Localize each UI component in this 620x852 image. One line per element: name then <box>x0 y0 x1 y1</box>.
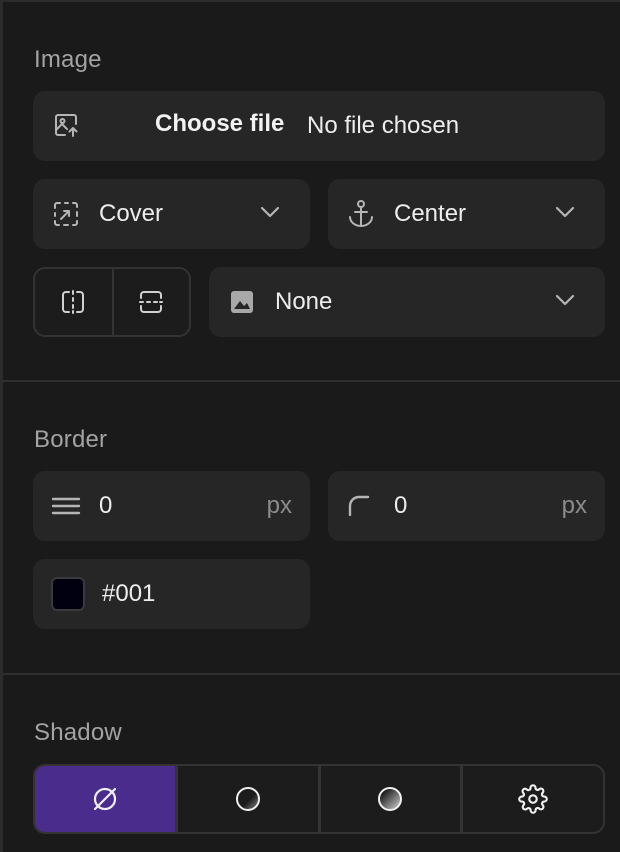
image-upload-icon <box>52 111 80 139</box>
object-fit-select[interactable]: Cover <box>33 179 310 249</box>
chevron-down-icon <box>260 205 280 223</box>
image-filter-value: None <box>275 288 333 315</box>
large-shadow-icon <box>375 784 405 814</box>
border-width-input[interactable]: 0 px <box>33 471 310 541</box>
no-shadow-icon <box>90 784 120 814</box>
file-input[interactable]: Choose file No file chosen <box>33 91 605 161</box>
section-divider <box>3 380 620 382</box>
border-width-unit: px <box>266 492 292 519</box>
border-section-title: Border <box>34 426 108 453</box>
anchor-icon <box>346 198 376 230</box>
shadow-section-title: Shadow <box>34 719 122 746</box>
flip-vertical-button[interactable] <box>111 269 189 335</box>
no-shadow-button[interactable] <box>35 766 175 832</box>
properties-panel: Image Choose file No file chosen Cover C… <box>0 0 620 852</box>
border-color-value[interactable]: #001 <box>102 580 155 608</box>
image-filter-icon <box>229 289 255 315</box>
settings-gear-icon <box>518 784 548 814</box>
flip-horizontal-icon <box>59 288 87 316</box>
border-color-input[interactable]: #001 <box>33 559 310 629</box>
large-shadow-button[interactable] <box>317 766 461 832</box>
custom-shadow-button[interactable] <box>460 766 603 832</box>
shadow-option-group <box>33 764 605 834</box>
choose-file-button[interactable]: Choose file <box>155 110 284 138</box>
flip-horizontal-button[interactable] <box>35 269 112 335</box>
border-radius-unit: px <box>561 492 587 519</box>
object-position-select[interactable]: Center <box>328 179 605 249</box>
flip-button-group <box>33 267 191 337</box>
flip-vertical-icon <box>137 288 165 316</box>
section-divider <box>3 673 620 675</box>
border-radius-value[interactable]: 0 <box>394 492 407 520</box>
chevron-down-icon <box>555 293 575 311</box>
small-shadow-icon <box>233 784 263 814</box>
small-shadow-button[interactable] <box>174 766 318 832</box>
image-section-title: Image <box>34 46 102 73</box>
border-width-value[interactable]: 0 <box>99 492 112 520</box>
border-width-icon <box>51 496 81 516</box>
border-radius-input[interactable]: 0 px <box>328 471 605 541</box>
image-filter-select[interactable]: None <box>209 267 605 337</box>
object-fit-value: Cover <box>99 200 164 227</box>
fit-icon <box>51 199 81 229</box>
object-position-value: Center <box>394 200 467 227</box>
file-status-text: No file chosen <box>307 112 460 139</box>
color-swatch[interactable] <box>51 577 85 611</box>
chevron-down-icon <box>555 205 575 223</box>
corner-radius-icon <box>346 493 372 519</box>
